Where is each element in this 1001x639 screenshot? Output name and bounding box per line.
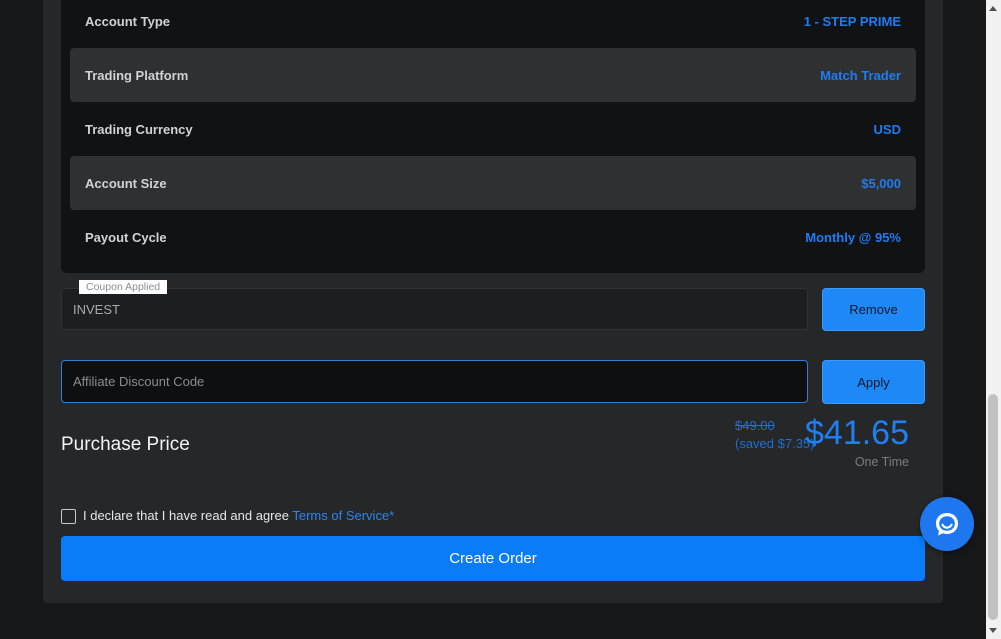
row-label: Account Size [85,175,167,191]
coupon-code-value: INVEST [73,301,120,317]
scroll-up-arrow-icon[interactable] [988,3,998,13]
remove-coupon-button[interactable]: Remove [822,288,925,331]
billing-period: One Time [854,455,909,469]
row-value: Monthly @ 95% [805,229,901,245]
row-label: Trading Platform [85,67,189,83]
row-label: Trading Currency [85,121,193,137]
scrollbar-thumb[interactable] [988,394,998,620]
row-value: USD [873,121,901,137]
summary-row-trading-currency: Trading Currency USD [70,102,916,156]
row-label: Payout Cycle [85,229,167,245]
scroll-down-arrow-icon[interactable] [988,626,998,636]
summary-row-account-size: Account Size $5,000 [70,156,916,210]
row-value: 1 - STEP PRIME [803,13,901,29]
terms-checkbox[interactable] [61,509,76,524]
chat-bubble-icon [936,513,958,536]
terms-declaration: I declare that I have read and agree Ter… [83,508,394,523]
declare-text: I declare that I have read and agree [83,508,289,523]
original-price: $49.00 [735,418,775,433]
purchase-price-label: Purchase Price [61,434,190,455]
summary-row-payout-cycle: Payout Cycle Monthly @ 95% [70,210,916,264]
savings-amount: (saved $7.35) [735,436,815,451]
summary-row-account-type: Account Type 1 - STEP PRIME [70,0,916,48]
row-value: Match Trader [820,67,901,83]
affiliate-discount-code-input[interactable] [61,360,808,403]
coupon-code-field[interactable]: INVEST [61,288,808,330]
page: Account Type 1 - STEP PRIME Trading Plat… [0,0,986,639]
row-value: $5,000 [861,175,901,191]
coupon-applied-tag: Coupon Applied [79,280,168,294]
row-label: Account Type [85,13,170,29]
apply-discount-button[interactable]: Apply [822,360,925,404]
live-chat-button[interactable] [920,497,974,551]
create-order-button[interactable]: Create Order [61,536,925,581]
final-price: $41.65 [805,414,909,452]
summary-row-trading-platform: Trading Platform Match Trader [70,48,916,102]
terms-of-service-link[interactable]: Terms of Service* [292,508,394,523]
